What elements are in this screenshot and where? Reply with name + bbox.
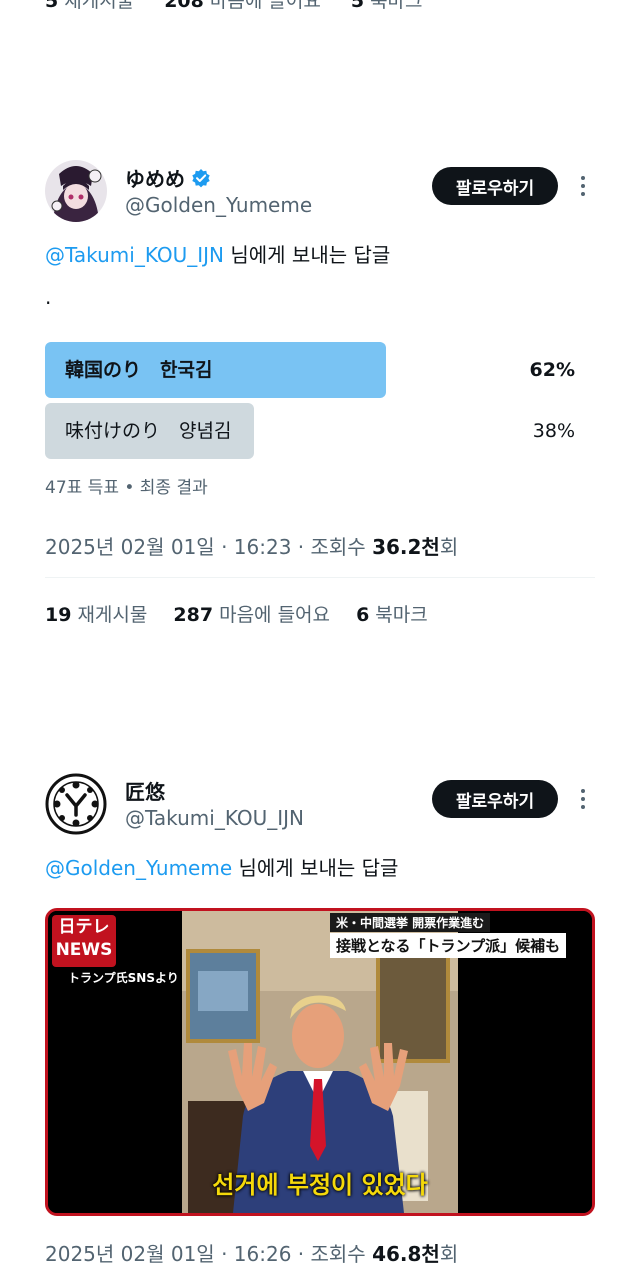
- reposts-count: 5: [45, 0, 59, 12]
- more-options-icon[interactable]: [574, 173, 592, 199]
- post-body: .: [45, 285, 52, 309]
- likes-label[interactable]: 마음에 들어요: [219, 604, 330, 626]
- divider: [45, 577, 595, 578]
- news-logo-bottom: NEWS: [55, 940, 113, 960]
- news-logo: 日テレ NEWS: [52, 915, 116, 967]
- reply-suffix: 님에게 보내는 답글: [232, 856, 399, 880]
- follow-button[interactable]: 팔로우하기: [432, 167, 558, 205]
- post-timestamp[interactable]: 2025년 02월 01일 · 16:23 · 조회수 36.2천회: [45, 531, 458, 560]
- bookmarks-count: 5: [350, 0, 365, 12]
- display-name[interactable]: ゆめめ: [125, 163, 211, 192]
- follow-button[interactable]: 팔로우하기: [432, 780, 558, 818]
- views-suffix: 회: [439, 1242, 459, 1266]
- reply-suffix: 님에게 보내는 답글: [224, 243, 391, 267]
- bookmarks-label[interactable]: 북마크: [375, 604, 427, 626]
- poll-option-1: 韓国のり 한국김 62%: [45, 342, 575, 398]
- news-logo-top: 日テレ: [58, 917, 110, 937]
- previous-post-stats: 5 재게시물 208 마음에 들어요 5 북마크: [45, 0, 423, 13]
- poll-option-percent: 62%: [529, 359, 575, 381]
- likes-count: 287: [173, 604, 214, 626]
- user-handle[interactable]: @Takumi_KOU_IJN: [125, 806, 304, 830]
- post-timestamp[interactable]: 2025년 02월 01일 · 16:26 · 조회수 46.8천회: [45, 1238, 458, 1267]
- views-suffix: 회: [439, 535, 459, 559]
- timestamp-text[interactable]: 2025년 02월 01일 · 16:26 · 조회수: [45, 1242, 372, 1266]
- verified-badge-icon: [192, 168, 210, 187]
- poll-option-label: 味付けのり 양념김: [65, 420, 232, 442]
- views-count: 46.8천: [372, 1242, 440, 1266]
- display-name[interactable]: 匠悠: [125, 776, 165, 805]
- likes-count: 208: [164, 0, 204, 12]
- post-stats: 19 재게시물 287 마음에 들어요 6 북마크: [45, 600, 428, 627]
- reposts-label[interactable]: 재게시물: [77, 604, 147, 626]
- bookmarks-label[interactable]: 북마크: [370, 0, 422, 12]
- user-handle[interactable]: @Golden_Yumeme: [125, 193, 312, 217]
- headline-main: 接戦となる「トランプ派」候補も: [330, 933, 567, 958]
- poll-option-label: 韓国のり 한국김: [65, 359, 213, 381]
- avatar[interactable]: [45, 160, 107, 222]
- timestamp-text[interactable]: 2025년 02월 01일 · 16:23 · 조회수: [45, 535, 372, 559]
- avatar[interactable]: [45, 773, 107, 835]
- reply-mention-link[interactable]: @Golden_Yumeme: [45, 856, 232, 880]
- display-name-text[interactable]: 匠悠: [125, 776, 165, 805]
- poll-meta: 47표 득표 • 최종 결과: [45, 478, 208, 498]
- reply-context: @Golden_Yumeme 님에게 보내는 답글: [45, 852, 398, 881]
- headline-top: 米・中間選挙 開票作業進む: [330, 913, 491, 932]
- reply-mention-link[interactable]: @Takumi_KOU_IJN: [45, 243, 224, 267]
- poll-option-2: 味付けのり 양념김 38%: [45, 403, 575, 459]
- poll-option-percent: 38%: [532, 420, 575, 442]
- views-count: 36.2천: [372, 535, 440, 559]
- reposts-label[interactable]: 재게시물: [64, 0, 134, 12]
- reply-context: @Takumi_KOU_IJN 님에게 보내는 답글: [45, 239, 390, 268]
- reposts-count: 19: [45, 604, 72, 626]
- source-caption: トランプ氏SNSより: [68, 971, 179, 985]
- bookmarks-count: 6: [356, 604, 370, 626]
- likes-label[interactable]: 마음에 들어요: [210, 0, 321, 12]
- display-name-text[interactable]: ゆめめ: [125, 163, 185, 192]
- more-options-icon[interactable]: [574, 786, 592, 812]
- attached-video-screenshot[interactable]: 日テレ NEWS トランプ氏SNSより 米・中間選挙 開票作業進む 接戦となる「…: [45, 908, 595, 1216]
- video-subtitle: 선거에 부정이 있었다: [212, 1171, 428, 1199]
